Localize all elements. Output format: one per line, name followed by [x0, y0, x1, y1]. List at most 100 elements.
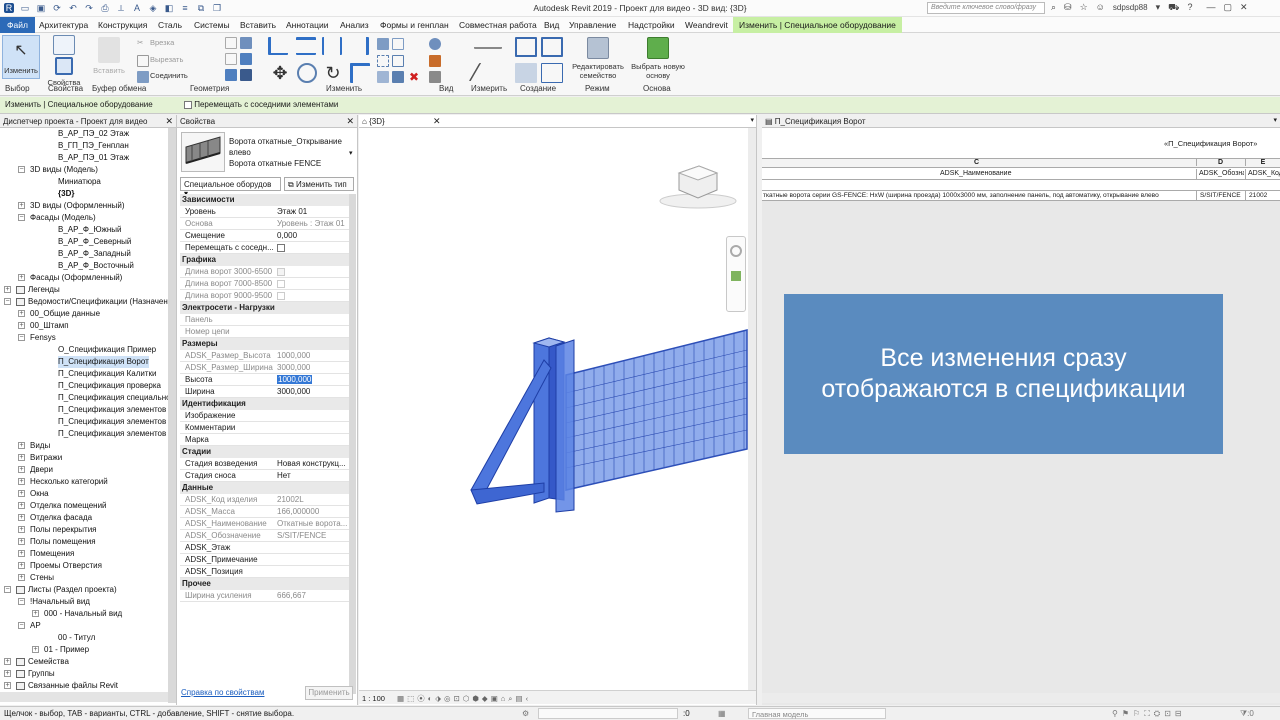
unpin-icon[interactable]: [392, 71, 404, 83]
split-icon[interactable]: [377, 38, 389, 50]
aligned-dimension-icon[interactable]: [474, 39, 502, 49]
expand-icon[interactable]: +: [18, 478, 25, 485]
collapse-icon[interactable]: −: [18, 334, 25, 341]
properties-scrollbar[interactable]: [349, 194, 356, 694]
create-parts-icon[interactable]: [541, 37, 563, 57]
paint-icon[interactable]: [240, 37, 252, 49]
move-icon[interactable]: ✥: [270, 63, 290, 83]
expand-icon[interactable]: +: [4, 658, 11, 665]
demolish-icon[interactable]: [240, 53, 252, 65]
array-icon[interactable]: [377, 55, 389, 67]
minimize-icon[interactable]: —: [1206, 2, 1215, 14]
browser-node[interactable]: Связанные файлы Revit: [28, 680, 118, 692]
delete-icon[interactable]: ✖: [408, 71, 420, 83]
tab-menu-icon[interactable]: ▾: [1273, 116, 1277, 124]
prop-move-with[interactable]: Перемещать с соседн...: [180, 242, 354, 254]
prop-offset[interactable]: Смещение 0,000: [180, 230, 354, 242]
apply-button[interactable]: Применить: [305, 686, 353, 700]
browser-node[interactable]: В_АР_ПЭ_02 Этаж: [58, 128, 129, 140]
header-designation[interactable]: ADSK_Обозначе: [1196, 169, 1244, 180]
browser-node[interactable]: Полы помещения: [30, 536, 96, 548]
collapse-icon[interactable]: −: [18, 214, 25, 221]
tab-weandrevit[interactable]: Weandrevit: [682, 19, 731, 32]
expand-icon[interactable]: +: [18, 310, 25, 317]
edit-type-button[interactable]: ⧉ Изменить тип: [284, 177, 354, 191]
join-button[interactable]: Соединить: [150, 71, 188, 80]
browser-node[interactable]: Семейства: [28, 656, 69, 668]
expand-icon[interactable]: +: [32, 646, 39, 653]
section-electrical[interactable]: Электросети - Нагрузки: [180, 302, 354, 314]
expand-icon[interactable]: +: [32, 610, 39, 617]
browser-node[interactable]: 00_Штамп: [30, 320, 69, 332]
cart-icon[interactable]: ⛟: [1168, 2, 1179, 14]
expand-icon[interactable]: +: [18, 562, 25, 569]
browser-node[interactable]: П_Спецификация элементов ПП: [58, 416, 168, 428]
tab-modify-context[interactable]: Изменить | Специальное оборудование: [733, 17, 902, 33]
cut-geometry-button[interactable]: Вырезать: [150, 55, 183, 64]
cell-code[interactable]: 21002: [1245, 191, 1280, 201]
tab-collaborate[interactable]: Совместная работа: [456, 19, 540, 32]
selection-filters-icons[interactable]: ⚲⚑⚐⛶⛭⊡⊟: [1112, 709, 1186, 719]
collapse-icon[interactable]: −: [18, 622, 25, 629]
offset-icon[interactable]: [296, 37, 316, 55]
browser-node[interactable]: Фасады (Модель): [30, 212, 96, 224]
prop-mark[interactable]: Марка: [180, 434, 354, 446]
browser-node[interactable]: Легенды: [28, 284, 60, 296]
browser-node[interactable]: В_АР_Ф_Восточный: [58, 260, 134, 272]
browser-node[interactable]: {3D}: [58, 188, 74, 200]
scale-icon[interactable]: [392, 55, 404, 67]
cell-name[interactable]: ткатные ворота серии GS-FENCE: HxW (шири…: [763, 192, 1195, 199]
measure-tool-icon[interactable]: [468, 63, 508, 81]
collapse-icon[interactable]: −: [4, 298, 11, 305]
browser-node[interactable]: Несколько категорий: [30, 476, 108, 488]
steering-wheel-icon[interactable]: [730, 245, 742, 257]
prop-level[interactable]: Уровень Этаж 01: [180, 206, 354, 218]
section-constraints[interactable]: Зависимости: [180, 194, 354, 206]
tab-annotate[interactable]: Аннотации: [283, 19, 332, 32]
column-letter-e[interactable]: E: [1245, 159, 1280, 166]
browser-node[interactable]: Помещения: [30, 548, 74, 560]
help-icon[interactable]: ?: [1187, 2, 1192, 14]
expand-icon[interactable]: +: [18, 574, 25, 581]
browser-node[interactable]: АР: [30, 620, 41, 632]
align-icon[interactable]: [225, 69, 237, 81]
browser-node[interactable]: Стены: [30, 572, 54, 584]
browser-node[interactable]: В_ГП_ПЭ_Генплан: [58, 140, 129, 152]
pick-new-host-button[interactable]: Выбрать новую основу: [630, 37, 686, 80]
view-tab-3d[interactable]: ⌂ {3D} ✕ ▾: [359, 115, 756, 128]
scale-selector[interactable]: 1 : 100: [362, 694, 385, 703]
browser-node[interactable]: 000 - Начальный вид: [44, 608, 122, 620]
schedule-table[interactable]: «П_Спецификация Ворот» C D E ADSK_Наимен…: [762, 128, 1280, 201]
favorites-icon[interactable]: ☆: [1080, 2, 1088, 14]
browser-node[interactable]: !Начальный вид: [30, 596, 90, 608]
browser-node[interactable]: Листы (Раздел проекта): [28, 584, 117, 596]
browser-node[interactable]: П_Спецификация элементов огра: [58, 428, 168, 440]
close-icon[interactable]: ✕: [165, 116, 173, 127]
trim-icon[interactable]: [350, 63, 370, 83]
split-gap-icon[interactable]: [392, 38, 404, 50]
tab-massing[interactable]: Формы и генплан: [377, 19, 452, 32]
section-graphics[interactable]: Графика: [180, 254, 354, 266]
main-model-selector[interactable]: Главная модель: [748, 708, 886, 719]
chevron-down-icon[interactable]: ▾: [349, 149, 353, 157]
browser-node[interactable]: Окна: [30, 488, 49, 500]
tab-architecture[interactable]: Архитектура: [36, 19, 91, 32]
tab-view[interactable]: Вид: [541, 19, 562, 32]
workset-selector[interactable]: [538, 708, 678, 719]
expand-icon[interactable]: +: [18, 514, 25, 521]
tab-steel[interactable]: Сталь: [155, 19, 185, 32]
browser-node[interactable]: О_Спецификация Пример: [58, 344, 156, 356]
height-input[interactable]: 1000,000: [277, 375, 313, 384]
tab-systems[interactable]: Системы: [191, 19, 233, 32]
hide-icon[interactable]: [429, 38, 441, 50]
browser-node[interactable]: Отделка помещений: [30, 500, 107, 512]
prop-image[interactable]: Изображение: [180, 410, 354, 422]
browser-node[interactable]: П_Спецификация проверка: [58, 380, 161, 392]
move-with-nearby-checkbox[interactable]: [184, 100, 192, 109]
browser-node[interactable]: В_АР_ПЭ_01 Этаж: [58, 152, 129, 164]
prop-floor[interactable]: ADSK_Этаж: [180, 542, 354, 554]
browser-hscrollbar[interactable]: [0, 692, 168, 702]
mirror-draw-icon[interactable]: [349, 37, 369, 55]
design-options-icon[interactable]: ▦: [718, 709, 726, 718]
gate-model-3d[interactable]: [359, 128, 748, 694]
